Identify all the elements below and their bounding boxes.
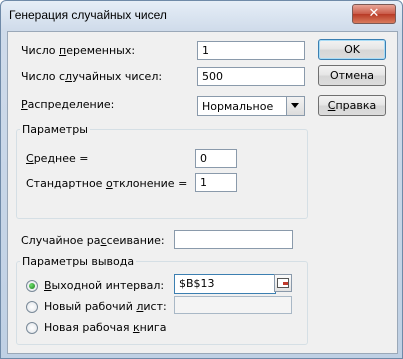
stddev-input[interactable]: 1 <box>195 173 237 192</box>
output-group-title: Параметры вывода <box>20 255 137 268</box>
distribution-select[interactable]: Нормальное <box>197 96 305 116</box>
label-text: ыходной интервал: <box>51 279 165 292</box>
label-text: аспределение: <box>27 98 115 111</box>
label-text: тклонение = <box>112 177 188 190</box>
close-icon: ✕ <box>368 6 380 21</box>
label-accelerator: о <box>105 177 113 190</box>
label-text: учайных чисел: <box>72 70 163 83</box>
label-accelerator: к <box>132 321 140 334</box>
label-text: Случайное ра <box>21 234 101 247</box>
label-text: еременных: <box>66 44 136 57</box>
close-button[interactable]: ✕ <box>352 4 396 24</box>
label-text: сеивание: <box>106 234 165 247</box>
label-text: Стандартное <box>26 177 106 190</box>
dialog-body: Число переменных: 1 Число случайных чисе… <box>7 31 398 354</box>
mean-label: Среднее = <box>26 152 88 165</box>
distribution-label: Распределение: <box>21 98 114 111</box>
dropdown-button[interactable] <box>286 97 304 115</box>
new-sheet-radio[interactable] <box>26 301 38 313</box>
button-text: правка <box>335 99 377 112</box>
new-sheet-label[interactable]: Новый рабочий лист: <box>44 300 167 313</box>
label-accelerator: Р <box>21 98 28 111</box>
num-variables-input[interactable]: 1 <box>197 41 305 60</box>
num-random-input[interactable]: 500 <box>197 67 305 86</box>
num-variables-label: Число переменных: <box>21 44 135 57</box>
random-seed-input[interactable] <box>174 230 293 249</box>
distribution-value: Нормальное <box>202 100 274 113</box>
new-workbook-label[interactable]: Новая рабочая книга <box>44 321 166 334</box>
label-text: ист: <box>143 300 167 313</box>
ok-button[interactable]: OK <box>318 39 386 60</box>
help-button[interactable]: Справка <box>318 95 386 116</box>
output-range-label[interactable]: Выходной интервал: <box>44 279 164 292</box>
label-accelerator: В <box>44 279 52 292</box>
range-select-button[interactable] <box>274 274 292 292</box>
label-text: Число <box>21 44 59 57</box>
mean-input[interactable]: 0 <box>195 149 237 168</box>
label-accelerator: С <box>26 152 34 165</box>
num-random-label: Число случайных чисел: <box>21 70 162 83</box>
label-text: реднее = <box>33 152 89 165</box>
label-text: Число с <box>21 70 66 83</box>
new-sheet-input[interactable] <box>174 296 292 314</box>
label-text: нига <box>139 321 167 334</box>
random-seed-label: Случайное рассеивание: <box>21 234 165 247</box>
label-text: Новый рабочий <box>44 300 137 313</box>
output-range-radio[interactable] <box>26 280 38 292</box>
label-text: Новая рабочая <box>44 321 133 334</box>
output-range-input[interactable]: $B$13 <box>174 274 276 294</box>
cancel-button[interactable]: Отмена <box>318 65 386 86</box>
dialog-window: Генерация случайных чисел ✕ Число переме… <box>0 0 403 359</box>
parameters-group <box>16 129 308 219</box>
title-bar[interactable]: Генерация случайных чисел ✕ <box>1 1 402 31</box>
range-select-icon <box>277 278 289 288</box>
new-workbook-radio[interactable] <box>26 322 38 334</box>
dialog-title: Генерация случайных чисел <box>9 8 167 22</box>
parameters-group-title: Параметры <box>20 123 90 136</box>
chevron-down-icon <box>291 103 299 108</box>
stddev-label: Стандартное отклонение = <box>26 177 187 190</box>
